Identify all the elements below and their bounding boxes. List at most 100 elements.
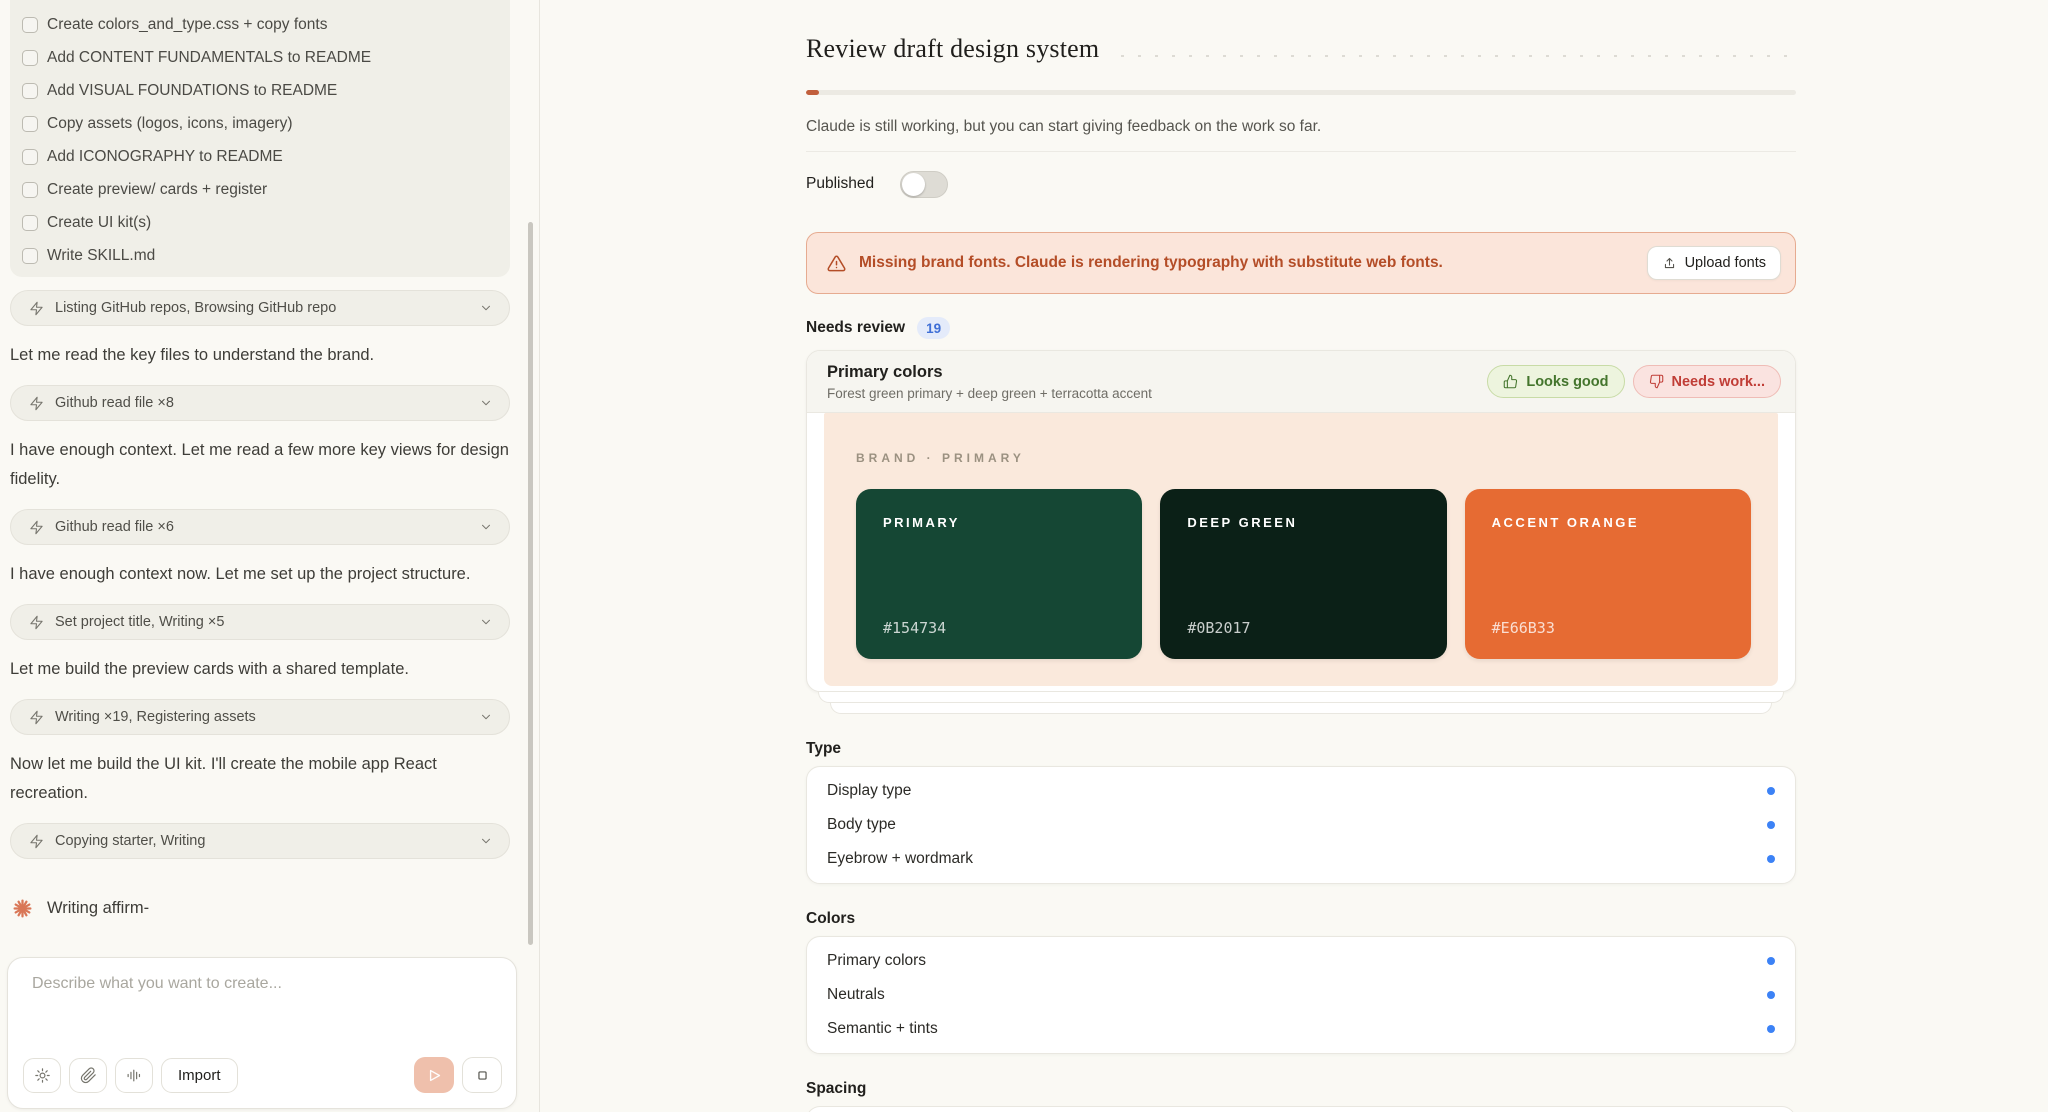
todo-checkbox[interactable] <box>22 83 38 99</box>
voice-button[interactable] <box>115 1058 153 1093</box>
streaming-status: Writing affirm- <box>10 868 510 919</box>
tool-call-pill[interactable]: Github read file ×8 <box>10 385 510 421</box>
review-card-primary-colors: Primary colors Forest green primary + de… <box>806 350 1796 692</box>
needs-review-row: Needs review 19 <box>806 316 1796 340</box>
assistant-message: I have enough context. Let me read a few… <box>10 436 510 494</box>
prompt-input[interactable] <box>32 975 492 1031</box>
review-card-heading: Primary colors Forest green primary + de… <box>827 363 1152 401</box>
review-list-row[interactable]: Semantic + tints <box>807 1012 1795 1046</box>
todo-item: Copy assets (logos, icons, imagery) <box>22 107 496 140</box>
claude-starburst-icon <box>12 898 33 919</box>
gear-icon <box>34 1067 51 1084</box>
progress-bar <box>806 90 1796 95</box>
bolt-icon <box>29 615 44 630</box>
agent-timeline: Listing GitHub repos, Browsing GitHub re… <box>10 290 510 874</box>
review-list-row[interactable]: Eyebrow + wordmark <box>807 842 1795 876</box>
section-heading-type: Type <box>806 740 1796 758</box>
assistant-message: Now let me build the UI kit. I'll create… <box>10 750 510 808</box>
tool-call-label: Github read file ×8 <box>55 395 468 411</box>
tool-call-pill[interactable]: Github read file ×6 <box>10 509 510 545</box>
bolt-icon <box>29 396 44 411</box>
stop-button[interactable] <box>462 1057 502 1093</box>
spacing-list-card-partial <box>806 1106 1796 1112</box>
published-toggle[interactable] <box>900 171 948 198</box>
chevron-down-icon <box>479 710 493 724</box>
streaming-text: Writing affirm- <box>47 899 149 918</box>
looks-good-button[interactable]: Looks good <box>1487 365 1624 398</box>
todo-checkbox[interactable] <box>22 182 38 198</box>
brand-preview: BRAND · PRIMARY PRIMARY #154734 DEEP GRE… <box>824 413 1778 686</box>
send-button[interactable] <box>414 1057 454 1093</box>
todo-checklist-card: Create colors_and_type.css + copy fonts … <box>10 0 510 277</box>
thumbs-down-icon <box>1649 374 1664 389</box>
tool-call-pill[interactable]: Set project title, Writing ×5 <box>10 604 510 640</box>
needs-review-label: Needs review <box>806 319 905 337</box>
unreviewed-dot <box>1767 991 1775 999</box>
review-panel: Review draft design system Claude is sti… <box>806 0 1796 1112</box>
todo-label: Add VISUAL FOUNDATIONS to README <box>47 82 337 100</box>
published-label: Published <box>806 175 874 193</box>
list-row-label: Display type <box>827 782 911 800</box>
unreviewed-dot <box>1767 821 1775 829</box>
unreviewed-dot <box>1767 787 1775 795</box>
review-list-row[interactable]: Primary colors <box>807 944 1795 978</box>
progress-fill <box>806 90 819 95</box>
tool-call-pill[interactable]: Listing GitHub repos, Browsing GitHub re… <box>10 290 510 326</box>
needs-work-label: Needs work... <box>1672 374 1765 390</box>
todo-label: Create UI kit(s) <box>47 214 151 232</box>
swatch-row: PRIMARY #154734 DEEP GREEN #0B2017 ACCEN… <box>856 489 1751 659</box>
swatch-hex: #0B2017 <box>1187 619 1250 637</box>
list-row-label: Neutrals <box>827 986 885 1004</box>
attach-button[interactable] <box>69 1058 107 1093</box>
review-actions: Looks good Needs work... <box>1487 365 1781 398</box>
swatch-name: ACCENT ORANGE <box>1492 515 1639 530</box>
import-button[interactable]: Import <box>161 1058 238 1093</box>
tool-call-pill[interactable]: Writing ×19, Registering assets <box>10 699 510 735</box>
divider <box>806 151 1796 152</box>
color-swatch: ACCENT ORANGE #E66B33 <box>1465 489 1751 659</box>
settings-button[interactable] <box>23 1058 61 1093</box>
swatch-hex: #E66B33 <box>1492 619 1555 637</box>
tool-call-label: Set project title, Writing ×5 <box>55 614 468 630</box>
review-list-row[interactable]: Display type <box>807 774 1795 808</box>
review-list-row[interactable]: Body type <box>807 808 1795 842</box>
list-row-label: Body type <box>827 816 896 834</box>
colors-list-card: Primary colors Neutrals Semantic + tints <box>806 936 1796 1054</box>
stacked-card-edge-2 <box>830 703 1772 714</box>
chevron-down-icon <box>479 615 493 629</box>
composer-toolbar: Import <box>23 1057 502 1093</box>
section-heading-colors: Colors <box>806 910 1796 928</box>
missing-fonts-banner: Missing brand fonts. Claude is rendering… <box>806 232 1796 294</box>
todo-label: Create colors_and_type.css + copy fonts <box>47 16 327 34</box>
review-card-subtitle: Forest green primary + deep green + terr… <box>827 386 1152 401</box>
unreviewed-dot <box>1767 1025 1775 1033</box>
upload-fonts-button[interactable]: Upload fonts <box>1647 246 1781 280</box>
stop-square-icon <box>474 1067 491 1084</box>
todo-checkbox[interactable] <box>22 248 38 264</box>
swatch-name: DEEP GREEN <box>1187 515 1297 530</box>
todo-checkbox[interactable] <box>22 215 38 231</box>
review-list-row[interactable]: Neutrals <box>807 978 1795 1012</box>
sidebar-scrollbar[interactable] <box>528 222 533 945</box>
list-row-label: Primary colors <box>827 952 926 970</box>
import-label: Import <box>178 1067 221 1084</box>
todo-item: Add CONTENT FUNDAMENTALS to README <box>22 41 496 74</box>
tool-call-pill[interactable]: Copying starter, Writing <box>10 823 510 859</box>
todo-checkbox[interactable] <box>22 50 38 66</box>
color-swatch: DEEP GREEN #0B2017 <box>1160 489 1446 659</box>
task-sidebar: Create colors_and_type.css + copy fonts … <box>0 0 540 1112</box>
send-icon <box>426 1067 443 1084</box>
todo-checkbox[interactable] <box>22 17 38 33</box>
upload-fonts-label: Upload fonts <box>1685 255 1766 271</box>
banner-message: Missing brand fonts. Claude is rendering… <box>859 254 1634 272</box>
list-row-label: Eyebrow + wordmark <box>827 850 973 868</box>
todo-checkbox[interactable] <box>22 149 38 165</box>
review-card-title: Primary colors <box>827 363 1152 382</box>
paperclip-icon <box>80 1067 97 1084</box>
needs-work-button[interactable]: Needs work... <box>1633 365 1781 398</box>
toggle-knob <box>902 173 925 196</box>
todo-checkbox[interactable] <box>22 116 38 132</box>
todo-item: Create colors_and_type.css + copy fonts <box>22 8 496 41</box>
chevron-down-icon <box>479 301 493 315</box>
todo-item: Add VISUAL FOUNDATIONS to README <box>22 74 496 107</box>
